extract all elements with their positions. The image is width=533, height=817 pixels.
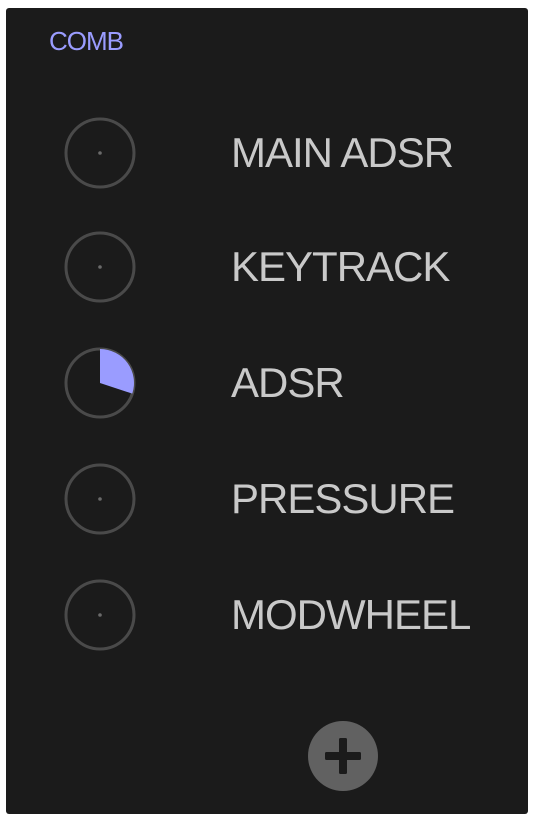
- mod-source-label[interactable]: KEYTRACK: [231, 246, 450, 288]
- mod-amount-knob[interactable]: [61, 460, 139, 538]
- knob-icon: [64, 347, 136, 419]
- modulator-row-modwheel: MODWHEEL: [6, 576, 528, 676]
- modulator-row-adsr: ADSR: [6, 344, 528, 444]
- modulator-row-pressure: PRESSURE: [6, 460, 528, 560]
- knob-icon: [64, 117, 136, 189]
- mod-amount-knob[interactable]: [61, 344, 139, 422]
- modulator-row-keytrack: KEYTRACK: [6, 228, 528, 328]
- mod-amount-knob[interactable]: [61, 228, 139, 306]
- mod-source-label[interactable]: ADSR: [231, 362, 345, 404]
- add-modulator-button[interactable]: [308, 721, 378, 791]
- modulator-row-main-adsr: MAIN ADSR: [6, 114, 528, 214]
- mod-source-label[interactable]: PRESSURE: [231, 478, 455, 520]
- modulation-panel: COMB MAIN ADSR KEYTRACK ADSR PRESSURE MO…: [6, 8, 528, 814]
- mod-amount-knob[interactable]: [61, 114, 139, 192]
- mod-source-label[interactable]: MAIN ADSR: [231, 132, 454, 174]
- mod-source-label[interactable]: MODWHEEL: [231, 594, 471, 636]
- knob-icon: [64, 463, 136, 535]
- knob-icon: [64, 579, 136, 651]
- section-title: COMB: [49, 26, 124, 56]
- knob-icon: [64, 231, 136, 303]
- plus-icon: [325, 738, 361, 774]
- mod-amount-knob[interactable]: [61, 576, 139, 654]
